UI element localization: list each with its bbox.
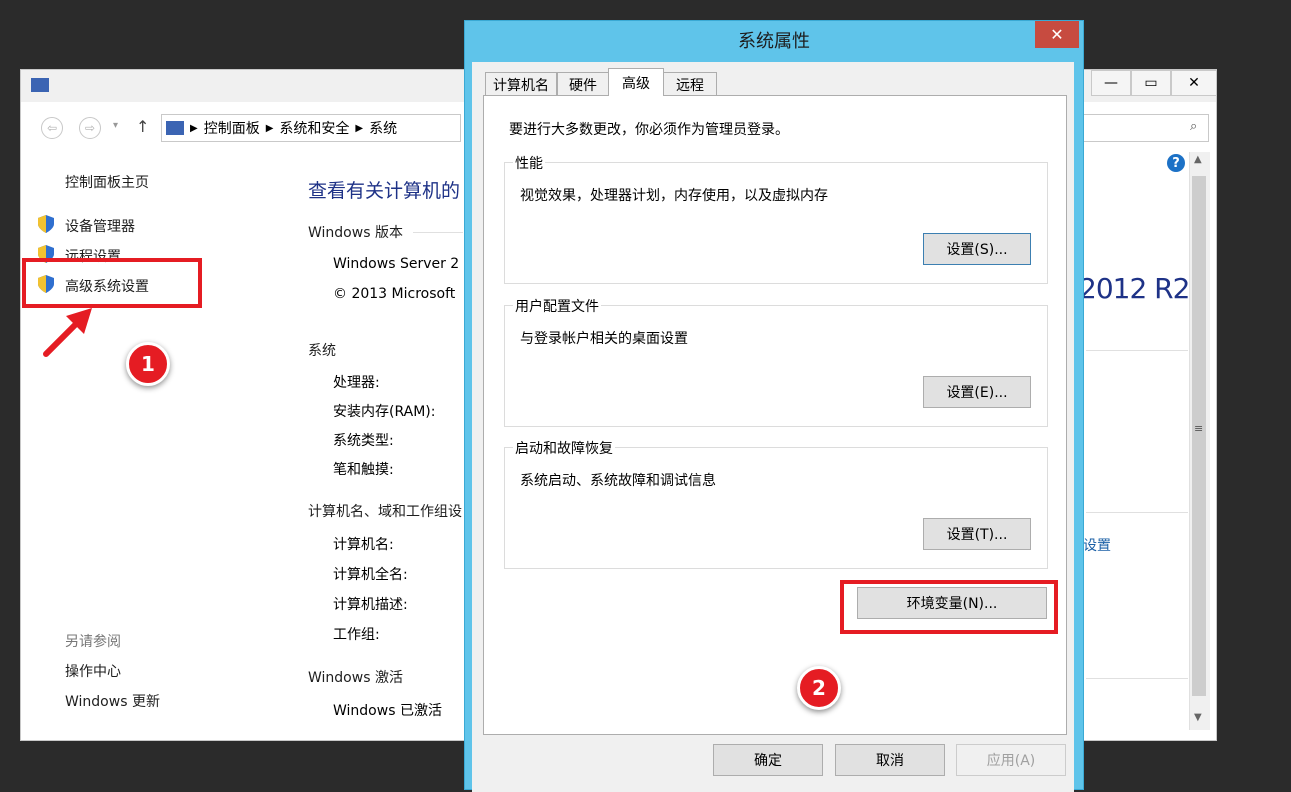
group-title: 用户配置文件 — [513, 296, 601, 316]
section-computer-name: 计算机名、域和工作组设 — [308, 504, 462, 520]
divider — [1086, 512, 1188, 513]
chevron-right-icon: ▶ — [190, 122, 198, 134]
performance-settings-button[interactable]: 设置(S)... — [923, 233, 1031, 265]
tab-advanced[interactable]: 高级 — [608, 68, 664, 96]
group-description: 与登录帐户相关的桌面设置 — [520, 331, 688, 347]
system-properties-dialog: 系统属性 ✕ 计算机名 硬件 高级 远程 要进行大多数更改，你必须作为管理员登录… — [464, 20, 1084, 792]
computer-row-label: 计算机全名: — [333, 567, 408, 583]
page-title: 查看有关计算机的 — [308, 180, 461, 202]
sidebar-item-windows-update[interactable]: Windows 更新 — [65, 691, 160, 711]
vertical-scrollbar[interactable]: ▲ ≡ ▼ — [1189, 152, 1210, 730]
search-icon: ⌕ — [1190, 119, 1198, 134]
computer-row-label: 计算机名: — [333, 537, 394, 553]
arrow-icon — [43, 308, 92, 357]
grip-icon: ≡ — [1194, 422, 1204, 435]
user-profiles-group: 用户配置文件 与登录帐户相关的桌面设置 设置(E)... — [504, 296, 1048, 427]
startup-recovery-settings-button[interactable]: 设置(T)... — [923, 518, 1031, 550]
group-title: 启动和故障恢复 — [513, 438, 615, 458]
history-dropdown-icon[interactable]: ▾ — [113, 120, 118, 131]
breadcrumb-item[interactable]: 控制面板 — [204, 118, 260, 138]
system-row-label: 系统类型: — [333, 433, 394, 449]
forward-icon[interactable]: ⇨ — [79, 117, 101, 139]
startup-recovery-group: 启动和故障恢复 系统启动、系统故障和调试信息 设置(T)... — [504, 438, 1048, 569]
scroll-thumb[interactable] — [1192, 176, 1206, 696]
divider — [413, 232, 463, 233]
dialog-body: 计算机名 硬件 高级 远程 要进行大多数更改，你必须作为管理员登录。 性能 视觉… — [472, 62, 1074, 792]
dialog-title: 系统属性 — [738, 31, 810, 52]
section-windows-version: Windows 版本 — [308, 225, 403, 241]
help-icon[interactable]: ? — [1167, 154, 1185, 172]
highlight-box — [22, 258, 202, 308]
scroll-down-icon[interactable]: ▼ — [1194, 712, 1202, 723]
search-input[interactable]: ⌕ — [1081, 114, 1209, 142]
system-row-label: 处理器: — [333, 375, 380, 391]
group-description: 视觉效果，处理器计划，内存使用，以及虚拟内存 — [520, 188, 828, 204]
breadcrumb-item[interactable]: 系统 — [369, 118, 397, 138]
computer-icon — [31, 78, 49, 92]
ok-button[interactable]: 确定 — [713, 744, 823, 776]
system-row-label: 安装内存(RAM): — [333, 404, 436, 420]
scroll-up-icon[interactable]: ▲ — [1194, 154, 1202, 165]
system-row-label: 笔和触摸: — [333, 462, 394, 478]
copyright-text: © 2013 Microsoft — [333, 286, 456, 302]
restore-button[interactable]: ▭ — [1131, 70, 1171, 96]
group-description: 系统启动、系统故障和调试信息 — [520, 473, 716, 489]
sidebar-home-link[interactable]: 控制面板主页 — [65, 172, 149, 192]
cancel-button[interactable]: 取消 — [835, 744, 945, 776]
performance-group: 性能 视觉效果，处理器计划，内存使用，以及虚拟内存 设置(S)... — [504, 153, 1048, 284]
up-arrow-icon[interactable]: ↑ — [136, 117, 149, 136]
computer-icon — [166, 121, 184, 135]
back-icon[interactable]: ⇦ — [41, 117, 63, 139]
step-badge-2: 2 — [797, 666, 841, 710]
divider — [1086, 678, 1188, 679]
section-activation: Windows 激活 — [308, 670, 403, 686]
divider — [1086, 350, 1188, 351]
advanced-tab-panel: 要进行大多数更改，你必须作为管理员登录。 性能 视觉效果，处理器计划，内存使用，… — [483, 95, 1067, 735]
address-bar[interactable]: ▶ 控制面板 ▶ 系统和安全 ▶ 系统 — [161, 114, 461, 142]
windows-edition: Windows Server 2 — [333, 256, 460, 272]
windows-server-brand: 2012 R2 — [1079, 272, 1190, 305]
sidebar-item-device-manager[interactable]: 设备管理器 — [65, 216, 135, 236]
tab-computer-name[interactable]: 计算机名 — [485, 72, 557, 96]
computer-row-label: 工作组: — [333, 627, 380, 643]
minimize-button[interactable]: — — [1091, 70, 1131, 96]
tab-hardware[interactable]: 硬件 — [557, 72, 609, 96]
computer-row-label: 计算机描述: — [333, 597, 408, 613]
shield-icon — [38, 215, 54, 233]
tab-remote[interactable]: 远程 — [663, 72, 717, 96]
change-settings-link[interactable]: 设置 — [1083, 535, 1111, 555]
section-system: 系统 — [308, 343, 336, 359]
highlight-box — [840, 580, 1058, 634]
user-profiles-settings-button[interactable]: 设置(E)... — [923, 376, 1031, 408]
apply-button[interactable]: 应用(A) — [956, 744, 1066, 776]
activation-status: Windows 已激活 — [333, 703, 442, 719]
breadcrumb-item[interactable]: 系统和安全 — [279, 118, 349, 138]
group-title: 性能 — [513, 153, 545, 173]
sidebar-item-action-center[interactable]: 操作中心 — [65, 661, 121, 681]
close-icon[interactable]: ✕ — [1035, 21, 1079, 48]
admin-note: 要进行大多数更改，你必须作为管理员登录。 — [509, 122, 789, 138]
chevron-right-icon: ▶ — [265, 122, 274, 134]
see-also-heading: 另请参阅 — [65, 634, 121, 650]
step-badge-1: 1 — [126, 342, 170, 386]
chevron-right-icon: ▶ — [355, 122, 364, 134]
close-button[interactable]: ✕ — [1171, 70, 1217, 96]
